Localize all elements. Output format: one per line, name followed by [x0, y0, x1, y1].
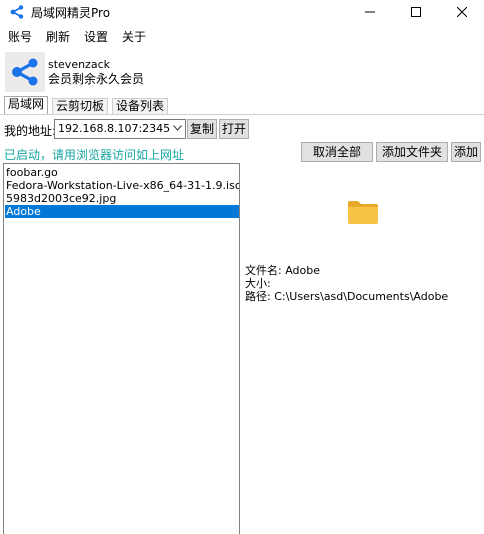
detail-name-label: 文件名: [245, 264, 282, 277]
menu-bar: 账号 刷新 设置 关于 [0, 26, 484, 46]
list-item[interactable]: foobar.go [5, 166, 239, 179]
file-list[interactable]: foobar.go Fedora-Workstation-Live-x86_64… [3, 163, 240, 534]
tab-cloud-clipboard[interactable]: 云剪切板 [52, 98, 109, 115]
add-button[interactable]: 添加 [451, 142, 481, 162]
share-icon [10, 5, 24, 19]
close-button[interactable] [439, 0, 484, 24]
address-select[interactable]: 192.168.8.107:2345 [54, 119, 186, 139]
address-label: 我的地址: [4, 124, 57, 138]
title-bar: 局域网精灵Pro [0, 0, 484, 24]
tab-divider [0, 114, 484, 115]
status-text: 已启动，请用浏览器访问如上网址 [4, 148, 185, 162]
detail-name-value: Adobe [285, 264, 321, 277]
menu-account[interactable]: 账号 [8, 28, 32, 45]
avatar [5, 52, 45, 92]
detail-name: 文件名: Adobe [245, 264, 320, 277]
detail-path-value: C:\Users\asd\Documents\Adobe [274, 290, 449, 303]
list-item[interactable]: 5983d2003ce92.jpg [5, 192, 239, 205]
close-icon [457, 7, 467, 17]
detail-size-label: 大小: [245, 277, 271, 290]
detail-path-label: 路径: [245, 290, 271, 303]
menu-about[interactable]: 关于 [122, 28, 146, 45]
tab-lan[interactable]: 局域网 [4, 96, 49, 115]
tab-device-list[interactable]: 设备列表 [112, 98, 169, 115]
maximize-icon [411, 7, 421, 17]
list-item-selected[interactable]: Adobe [5, 205, 239, 218]
menu-settings[interactable]: 设置 [84, 28, 108, 45]
detail-path: 路径: C:\Users\asd\Documents\Adobe [245, 290, 448, 303]
open-button[interactable]: 打开 [219, 119, 249, 139]
menu-refresh[interactable]: 刷新 [46, 28, 70, 45]
chevron-down-icon [173, 125, 182, 131]
copy-button[interactable]: 复制 [187, 119, 217, 139]
minimize-icon [365, 11, 375, 13]
maximize-button[interactable] [393, 0, 439, 24]
folder-icon [348, 201, 378, 224]
detail-size: 大小: [245, 277, 271, 290]
minimize-button[interactable] [347, 0, 393, 24]
address-value: 192.168.8.107:2345 [58, 122, 171, 135]
membership-status: 会员剩余永久会员 [48, 72, 145, 86]
window-title: 局域网精灵Pro [31, 6, 111, 20]
list-item[interactable]: Fedora-Workstation-Live-x86_64-31-1.9.is… [5, 179, 239, 192]
tab-bar: 局域网 云剪切板 设备列表 [0, 96, 484, 115]
add-folder-button[interactable]: 添加文件夹 [376, 142, 448, 162]
user-panel: stevenzack 会员剩余永久会员 [0, 50, 484, 94]
share-icon [12, 58, 38, 86]
cancel-all-button[interactable]: 取消全部 [301, 142, 373, 162]
